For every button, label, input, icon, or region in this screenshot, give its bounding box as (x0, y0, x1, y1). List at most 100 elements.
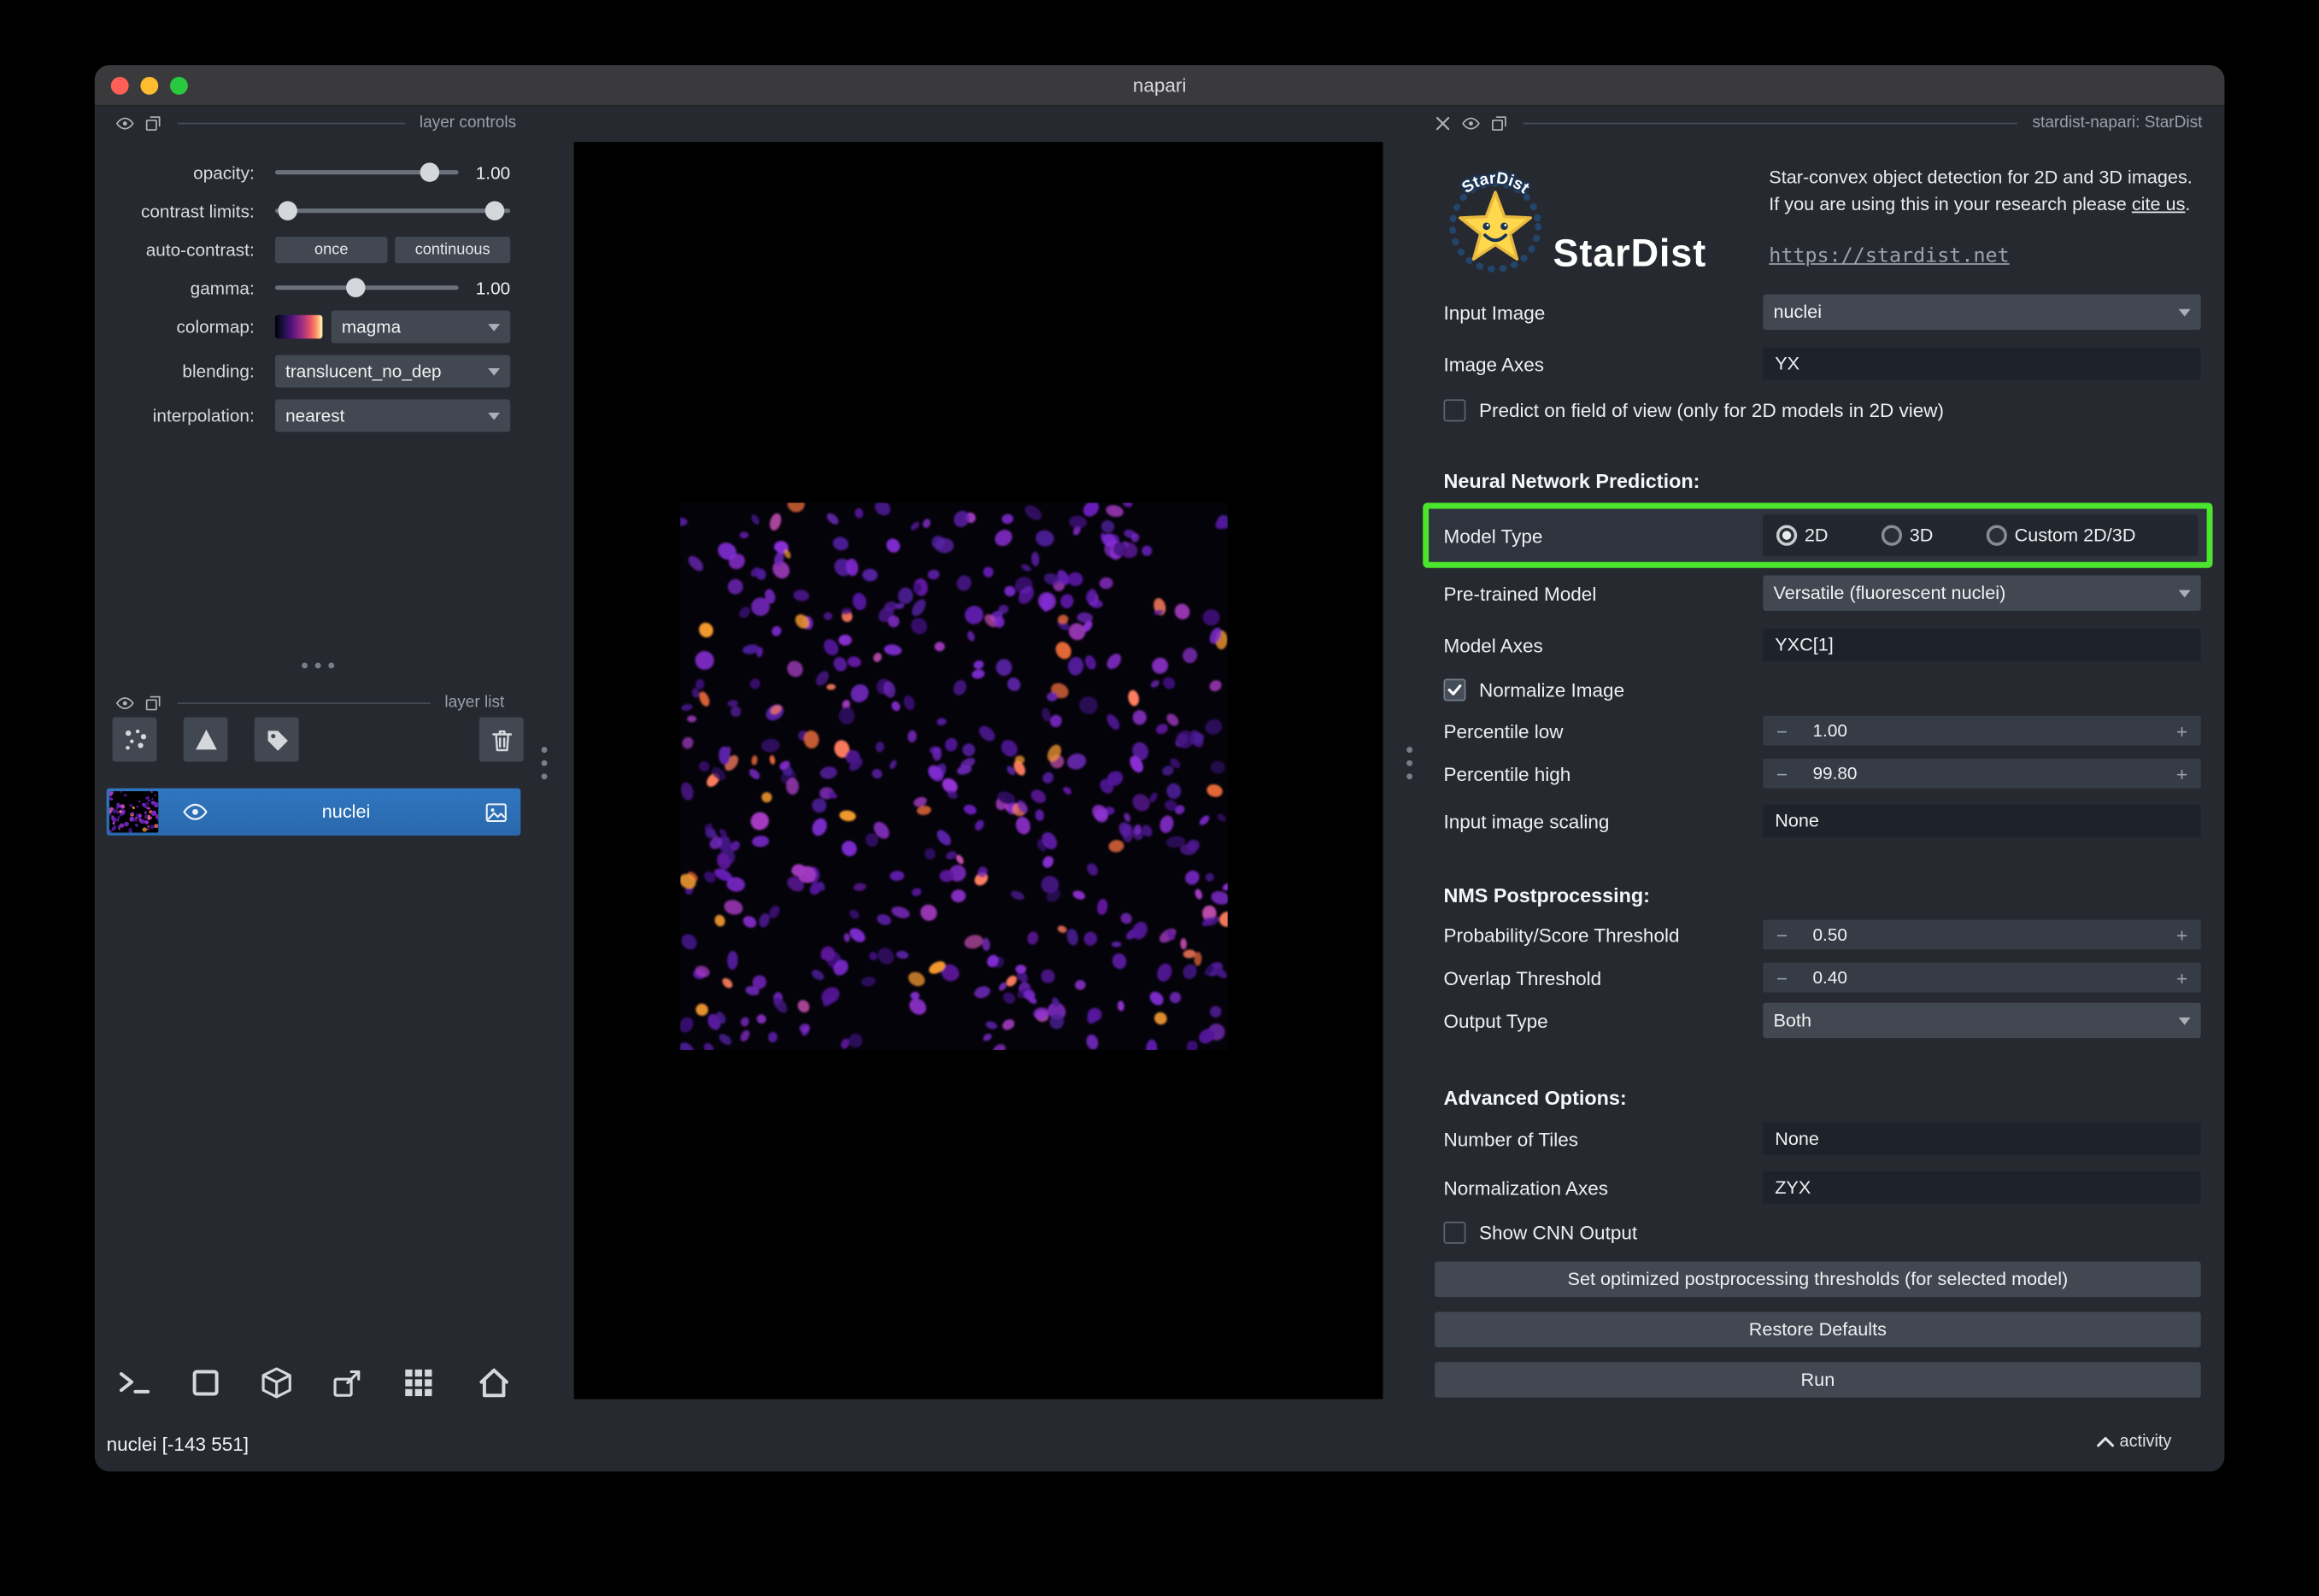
new-points-layer-button[interactable] (113, 718, 157, 762)
activity-label: activity (2120, 1433, 2172, 1451)
blending-select[interactable]: translucent_no_dep (275, 355, 510, 387)
model-axes-input[interactable]: YXC[1] (1763, 629, 2200, 661)
auto-contrast-once-button[interactable]: once (275, 237, 388, 263)
float-dock-icon[interactable] (1489, 113, 1509, 132)
increment-button[interactable]: + (2176, 966, 2187, 989)
fov-checkbox-row: Predict on field of view (only for 2D mo… (1443, 396, 2200, 423)
contrast-low-handle[interactable] (278, 201, 297, 220)
nn-section-header: Neural Network Prediction: (1443, 470, 1700, 492)
optimize-thresholds-button[interactable]: Set optimized postprocessing thresholds … (1435, 1262, 2201, 1298)
model-type-option-custom[interactable]: Custom 2D/3D (1987, 525, 2136, 546)
dock-splitter-handle[interactable] (302, 662, 334, 668)
input-scaling-input[interactable]: None (1763, 805, 2200, 837)
normalization-axes-input[interactable]: ZYX (1763, 1171, 2200, 1204)
float-dock-icon[interactable] (144, 693, 163, 713)
radio-2d-indicator[interactable] (1776, 525, 1797, 546)
show-cnn-output-checkbox[interactable] (1443, 1221, 1465, 1243)
normalize-image-checkbox[interactable] (1443, 678, 1465, 701)
contrast-high-handle[interactable] (485, 201, 505, 220)
output-type-select[interactable]: Both (1763, 1003, 2200, 1039)
nuclei-image (680, 503, 1227, 1050)
stardist-dock-title: stardist-napari: StarDist (2033, 114, 2203, 132)
slider-handle[interactable] (420, 162, 440, 182)
chevron-down-icon (488, 323, 500, 331)
grid-view-button[interactable] (395, 1361, 442, 1405)
model-type-radio-group: 2D 3D Custom 2D/3D (1763, 514, 2198, 555)
run-button[interactable]: Run (1435, 1362, 2201, 1398)
ndisplay-toggle-button[interactable] (182, 1361, 229, 1405)
close-dock-icon[interactable] (1433, 113, 1453, 132)
panel-splitter-handle[interactable] (542, 747, 548, 779)
percentile-low-value: 1.00 (1813, 720, 2177, 741)
gamma-slider[interactable] (275, 278, 459, 298)
increment-button[interactable]: + (2176, 924, 2187, 946)
opacity-slider[interactable] (275, 162, 459, 183)
model-type-option-3d[interactable]: 3D (1882, 525, 1934, 546)
activity-toggle[interactable]: activity (2096, 1433, 2172, 1451)
input-scaling-row: Input image scaling None (1443, 803, 2200, 839)
restore-defaults-button[interactable]: Restore Defaults (1435, 1311, 2201, 1347)
prob-threshold-label: Probability/Score Threshold (1443, 924, 1679, 946)
contrast-limits-slider[interactable] (275, 201, 510, 221)
fov-checkbox[interactable] (1443, 399, 1465, 421)
new-shapes-layer-button[interactable] (184, 718, 228, 762)
layer-visibility-eye-icon[interactable] (182, 799, 208, 825)
percentile-low-label: Percentile low (1443, 719, 1563, 742)
colormap-select[interactable]: magma (332, 311, 510, 343)
pretrained-model-select[interactable]: Versatile (fluorescent nuclei) (1763, 575, 2200, 611)
interpolation-select[interactable]: nearest (275, 399, 510, 431)
prob-threshold-spinbox[interactable]: − 0.50 + (1763, 920, 2200, 950)
new-labels-layer-button[interactable] (255, 718, 299, 762)
viewer-canvas[interactable] (574, 142, 1383, 1399)
radio-custom-indicator[interactable] (1987, 525, 2007, 546)
window-titlebar[interactable]: napari (95, 65, 2225, 106)
fov-checkbox-label: Predict on field of view (only for 2D mo… (1479, 399, 1944, 421)
image-layer-icon (484, 800, 508, 824)
image-axes-input[interactable]: YX (1763, 348, 2200, 380)
percentile-high-spinbox[interactable]: − 99.80 + (1763, 759, 2200, 789)
transpose-dims-button[interactable] (253, 1361, 300, 1405)
input-scaling-label: Input image scaling (1443, 810, 1609, 832)
console-button[interactable] (111, 1361, 158, 1405)
roll-dims-button[interactable] (324, 1361, 371, 1405)
hide-dock-icon[interactable] (1461, 113, 1481, 132)
panel-splitter-handle[interactable] (1406, 747, 1412, 779)
pretrained-model-row: Pre-trained Model Versatile (fluorescent… (1443, 575, 2200, 611)
home-reset-view-button[interactable] (470, 1361, 517, 1405)
layer-controls-dock-header: layer controls (115, 111, 516, 135)
normalize-checkbox-row: Normalize Image (1443, 676, 2200, 702)
dock-header-divider (1523, 122, 2017, 124)
decrement-button[interactable]: − (1776, 762, 1788, 784)
decrement-button[interactable]: − (1776, 966, 1788, 989)
layer-row-nuclei[interactable]: nuclei (107, 789, 521, 836)
normalization-axes-label: Normalization Axes (1443, 1176, 1608, 1199)
radio-3d-indicator[interactable] (1882, 525, 1902, 546)
num-tiles-input[interactable]: None (1763, 1123, 2200, 1155)
pretrained-model-label: Pre-trained Model (1443, 582, 1596, 604)
hide-dock-icon[interactable] (115, 693, 135, 713)
increment-button[interactable]: + (2176, 762, 2187, 784)
hide-dock-icon[interactable] (115, 113, 135, 132)
blending-label: blending: (107, 361, 255, 381)
chevron-down-icon (488, 367, 500, 375)
slider-track (275, 285, 459, 290)
input-image-label: Input Image (1443, 301, 1545, 323)
auto-contrast-continuous-button[interactable]: continuous (395, 237, 510, 263)
model-type-option-2d[interactable]: 2D (1776, 525, 1829, 546)
overlap-threshold-spinbox[interactable]: − 0.40 + (1763, 963, 2200, 993)
blending-row: blending: translucent_no_dep (107, 352, 528, 390)
normalize-image-label: Normalize Image (1479, 678, 1624, 701)
delete-layer-button[interactable] (479, 718, 524, 762)
increment-button[interactable]: + (2176, 719, 2187, 742)
decrement-button[interactable]: − (1776, 924, 1788, 946)
slider-handle[interactable] (346, 278, 366, 297)
decrement-button[interactable]: − (1776, 719, 1788, 742)
float-dock-icon[interactable] (144, 113, 163, 132)
window-title: napari (95, 74, 2225, 97)
output-type-label: Output Type (1443, 1009, 1547, 1031)
auto-contrast-label: auto-contrast: (107, 239, 255, 260)
percentile-low-spinbox[interactable]: − 1.00 + (1763, 716, 2200, 746)
layer-list-dock-title: layer list (444, 694, 504, 712)
layer-list-dock-header: layer list (115, 690, 504, 714)
input-image-select[interactable]: nuclei (1763, 294, 2200, 330)
